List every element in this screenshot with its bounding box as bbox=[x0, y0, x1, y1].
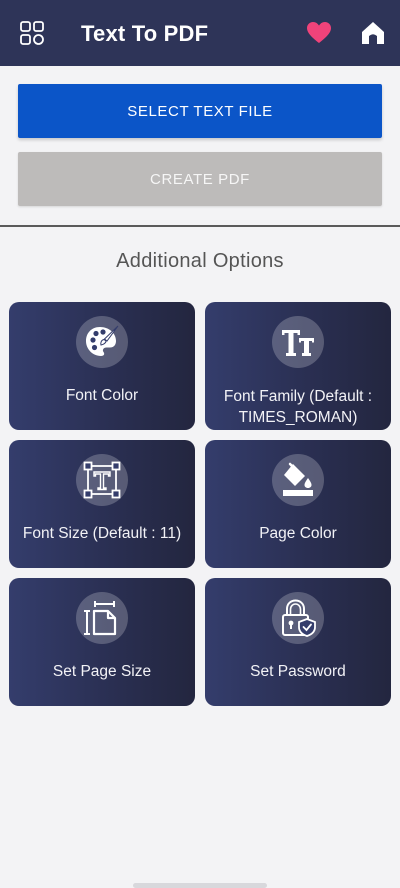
set-page-size-card[interactable]: Set Page Size bbox=[9, 578, 195, 706]
top-app-bar: Text To PDF bbox=[0, 0, 400, 66]
app-title: Text To PDF bbox=[81, 21, 209, 46]
paint-bucket-icon bbox=[272, 454, 324, 506]
set-page-size-label: Set Page Size bbox=[52, 663, 152, 680]
font-color-label: Font Color bbox=[65, 387, 139, 404]
set-password-card[interactable]: Set Password bbox=[205, 578, 391, 706]
set-password-label: Set Password bbox=[250, 663, 346, 680]
font-family-card[interactable]: Font Family (Default : TIMES_ROMAN) bbox=[205, 302, 391, 430]
page-color-card[interactable]: Page Color bbox=[205, 440, 391, 568]
font-family-icon bbox=[272, 316, 324, 368]
font-family-label: Font Family (Default : TIMES_ROMAN) bbox=[223, 388, 373, 426]
create-pdf-button[interactable]: CREATE PDF bbox=[18, 152, 382, 206]
page-color-label: Page Color bbox=[259, 525, 337, 542]
home-icon[interactable] bbox=[360, 20, 386, 46]
additional-options-title: Additional Options bbox=[116, 250, 284, 272]
section-divider bbox=[0, 225, 400, 227]
heart-icon[interactable] bbox=[306, 21, 332, 45]
font-size-icon bbox=[76, 454, 128, 506]
grid-icon[interactable] bbox=[20, 21, 44, 45]
palette-icon bbox=[76, 316, 128, 368]
font-size-card[interactable]: Font Size (Default : 11) bbox=[9, 440, 195, 568]
lock-shield-icon bbox=[272, 592, 324, 644]
home-indicator bbox=[133, 883, 267, 888]
font-color-card[interactable]: Font Color bbox=[9, 302, 195, 430]
app-screen: Text To PDF SELECT TEXT FILE CREATE PDF … bbox=[0, 0, 400, 888]
font-size-label: Font Size (Default : 11) bbox=[22, 525, 182, 542]
select-text-file-button[interactable]: SELECT TEXT FILE bbox=[18, 84, 382, 138]
page-size-icon bbox=[76, 592, 128, 644]
